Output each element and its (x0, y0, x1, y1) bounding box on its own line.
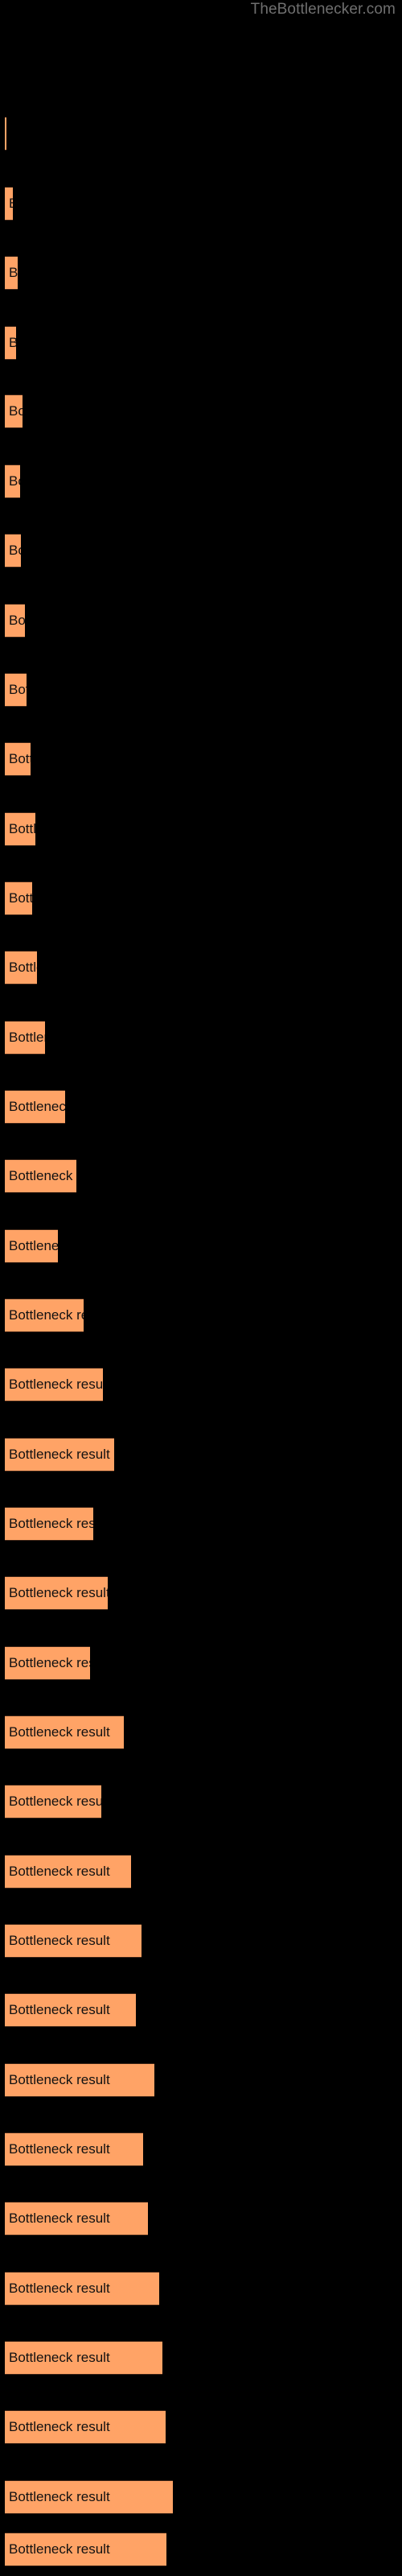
bar: Bottleneck result (5, 2272, 159, 2306)
bar: Bottleneck result (5, 2202, 148, 2235)
bar-label: Bottleneck result (9, 265, 18, 280)
bar: Bottleneck result (5, 2063, 154, 2097)
bar: Bottleneck result (5, 742, 31, 776)
bar: Bottleneck result (5, 256, 18, 290)
bar-label: Bottleneck result (9, 1307, 84, 1323)
bar: Bottleneck result (5, 1785, 101, 1818)
bar: Bottleneck result (5, 2132, 143, 2166)
bar: Bottleneck result (5, 1576, 108, 1610)
bar: Bottleneck result (5, 394, 23, 428)
bar: Bottleneck result (5, 1090, 65, 1124)
bar: Bottleneck result (5, 1298, 84, 1332)
bar-label: Bottleneck result (9, 2141, 110, 2157)
bar: Bottleneck result (5, 1646, 90, 1680)
bar: Bottleneck result (5, 1507, 93, 1541)
bar: Bottleneck result (5, 2410, 166, 2444)
bar: Bottleneck result (5, 1924, 142, 1958)
bar-label: Bottleneck result (9, 1585, 108, 1600)
bar-label: Bottleneck result (9, 1099, 65, 1114)
bar-label: Bottleneck result (9, 890, 32, 906)
bar: Bottleneck result (5, 1021, 45, 1055)
bar: Bottleneck result (5, 2480, 173, 2514)
bar: Bottleneck result (5, 187, 13, 221)
bar-label: Bottleneck result (9, 2350, 110, 2365)
bar-label: Bottleneck result (9, 2072, 110, 2087)
bar-label: Bottleneck result (9, 1168, 76, 1183)
bar: Bottleneck result (5, 673, 27, 707)
bar-label: Bottleneck result (9, 1030, 45, 1045)
bar-label: Bottleneck result (9, 2281, 110, 2296)
bar-label: Bottleneck result (9, 1655, 90, 1670)
bar-label: Bottleneck result (9, 1377, 103, 1392)
bar: Bottleneck result (5, 1159, 76, 1193)
bar: Bottleneck result (5, 1368, 103, 1402)
bar-label: Bottleneck result (9, 1933, 110, 1948)
bar-label: Bottleneck result (9, 2541, 110, 2557)
bar-label: Bottleneck result (9, 1864, 110, 1879)
bar: Bottleneck result (5, 464, 20, 498)
bar-label: Bottleneck result (9, 1238, 58, 1253)
bar: Bottleneck result (5, 2341, 162, 2375)
bar-label: Bottleneck result (9, 196, 13, 212)
bar-label: Bottleneck result (9, 543, 21, 558)
bar-label: Bottleneck result (9, 2211, 110, 2226)
bar-label: Bottleneck result (9, 2002, 110, 2017)
bar-label: Bottleneck result (9, 1794, 101, 1809)
bar-label: Bottleneck result (9, 2419, 110, 2434)
bar-label: Bottleneck result (9, 1724, 110, 1740)
bar: Bottleneck result (5, 326, 16, 360)
bar: Bottleneck result (5, 951, 37, 985)
bar: Bottleneck result (5, 1855, 131, 1889)
bar-label: Bottleneck result (9, 1447, 110, 1462)
bar-label: Bottleneck result (9, 1516, 93, 1531)
bar-label: Bottleneck result (9, 335, 16, 351)
bar: Bottleneck result (5, 881, 32, 915)
bar: Bottleneck result (5, 1715, 124, 1749)
bar: Bottleneck result (5, 1229, 58, 1263)
bar-label: Bottleneck result (9, 403, 23, 419)
bar-label: Bottleneck result (9, 960, 37, 975)
bar-chart-canvas: TheBottlenecker.com Bottleneck resultBot… (0, 0, 402, 2576)
bar: Bottleneck result (5, 1438, 114, 1472)
bar: Bottleneck result (5, 534, 21, 568)
bar-label: Bottleneck result (9, 613, 25, 628)
bar: Bottleneck result (5, 604, 25, 638)
bar-label: Bottleneck result (9, 821, 35, 836)
bar-label: Bottleneck result (9, 682, 27, 697)
bar-label: Bottleneck result (9, 751, 31, 766)
bars-layer: Bottleneck result Bottleneck result Bottle… (0, 0, 402, 2576)
bar: Bottleneck result (5, 117, 6, 151)
bar-label: Bottleneck result (9, 2489, 110, 2504)
bar: Bottleneck result (5, 2533, 166, 2566)
bar: Bottleneck result (5, 812, 35, 846)
bar-label: Bottleneck result (9, 473, 20, 489)
bar: Bottleneck result (5, 1993, 136, 2027)
